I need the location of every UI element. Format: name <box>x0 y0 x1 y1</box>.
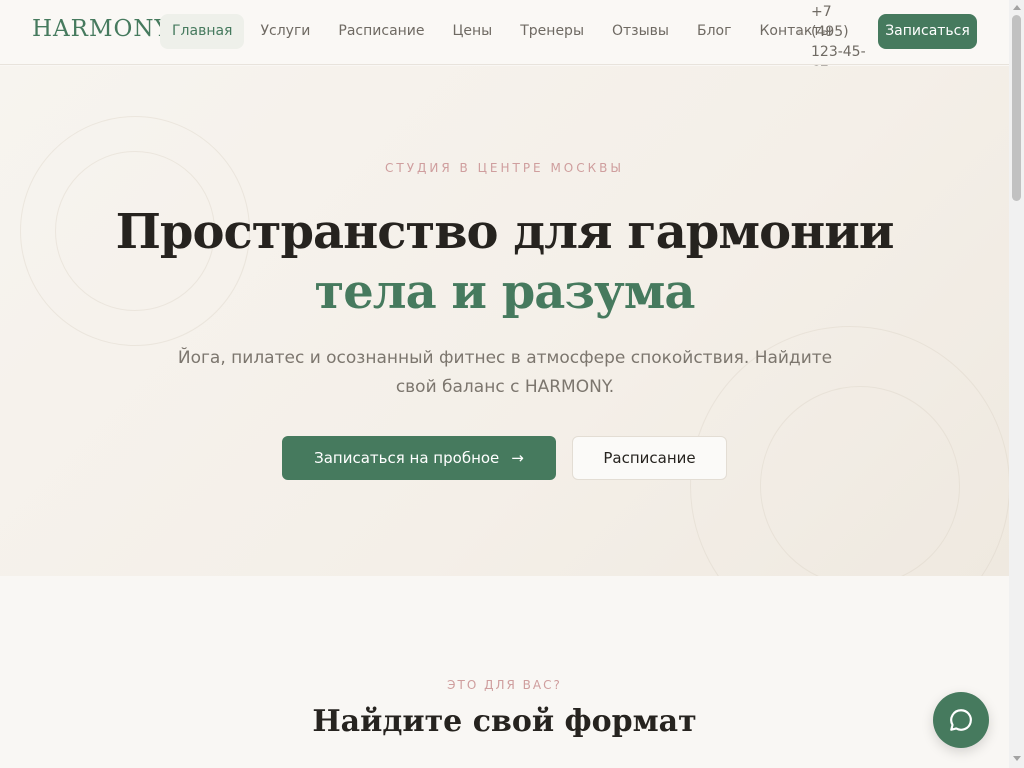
trial-signup-label: Записаться на пробное <box>314 449 500 467</box>
nav-item-reviews[interactable]: Отзывы <box>600 14 681 49</box>
hero-subtitle: Йога, пилатес и осознанный фитнес в атмо… <box>177 348 833 397</box>
nav-item-schedule[interactable]: Расписание <box>326 14 436 49</box>
page-scrollbar[interactable] <box>1009 0 1024 768</box>
nav-item-blog[interactable]: Блог <box>685 14 743 49</box>
hero-title-accent: тела и разума <box>314 264 695 320</box>
schedule-button[interactable]: Расписание <box>572 436 727 480</box>
logo[interactable]: HARMONY <box>32 16 171 42</box>
scroll-up-arrow-icon[interactable] <box>1013 5 1021 10</box>
hero-title-line1: Пространство для гармонии <box>115 204 895 260</box>
main-nav: Главная Услуги Расписание Цены Тренеры О… <box>160 14 848 49</box>
hero-title: Пространство для гармонии тела и разума <box>0 202 1009 322</box>
decor-ring <box>760 386 960 576</box>
scroll-thumb[interactable] <box>1012 15 1021 201</box>
section-title: Найдите свой формат <box>312 704 697 739</box>
chat-button[interactable] <box>933 692 989 748</box>
arrow-right-icon: → <box>511 449 524 467</box>
site-header: HARMONY Главная Услуги Расписание Цены Т… <box>0 0 1009 80</box>
section-eyebrow: ЭТО ДЛЯ ВАС? <box>447 678 562 692</box>
nav-item-trainers[interactable]: Тренеры <box>508 14 596 49</box>
nav-item-services[interactable]: Услуги <box>248 14 322 49</box>
hero-eyebrow: СТУДИЯ В ЦЕНТРЕ МОСКВЫ <box>385 161 624 175</box>
phone-icon: ✎ <box>797 29 805 39</box>
signup-button[interactable]: Записаться <box>878 14 977 49</box>
trial-signup-button[interactable]: Записаться на пробное → <box>282 436 556 480</box>
nav-item-prices[interactable]: Цены <box>441 14 505 49</box>
chat-bubble-icon <box>950 709 972 731</box>
nav-item-home[interactable]: Главная <box>160 14 245 49</box>
scroll-down-arrow-icon[interactable] <box>1013 756 1021 761</box>
hero-section: СТУДИЯ В ЦЕНТРЕ МОСКВЫ Пространство для … <box>0 66 1009 576</box>
